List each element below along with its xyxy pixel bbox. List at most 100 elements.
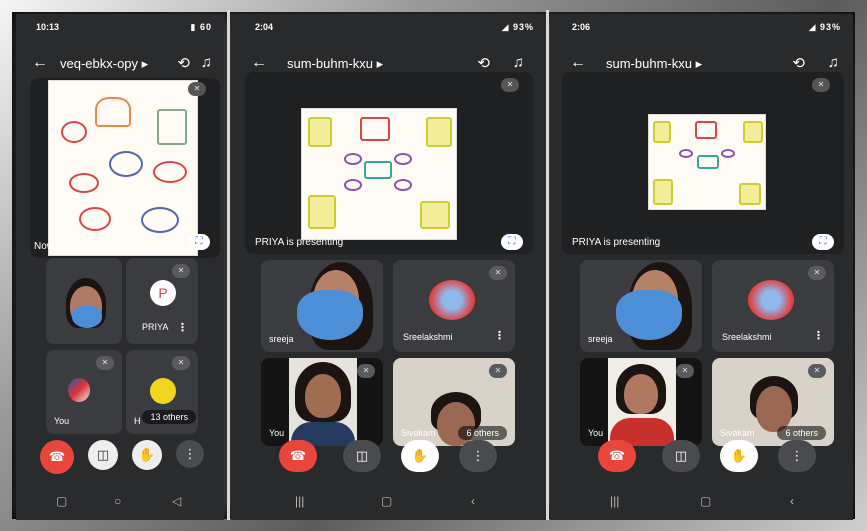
end-call-icon[interactable]: ☎ xyxy=(598,440,636,472)
mind-map-node xyxy=(344,153,362,165)
status-indicators: ▮ 60 xyxy=(190,22,212,32)
switch-camera-icon[interactable]: ⟲ xyxy=(177,54,190,72)
participant-name: H xyxy=(134,416,141,426)
audio-icon[interactable]: ♫ xyxy=(201,54,212,71)
participant-tile[interactable]: sreeja xyxy=(580,260,702,352)
end-call-icon[interactable]: ☎ xyxy=(279,440,317,472)
android-nav-bar: ||| ▢ ‹ xyxy=(231,494,546,514)
mind-map-node xyxy=(157,109,187,145)
android-nav-bar: ▢ ○ ◁ xyxy=(16,494,224,514)
mind-map-node xyxy=(394,153,412,165)
shared-mind-map-slide xyxy=(301,108,457,240)
mic-off-icon: ✕ xyxy=(489,266,507,280)
mic-off-icon: ✕ xyxy=(172,356,190,370)
mind-map-node xyxy=(69,173,99,193)
status-bar: 2:04 ◢ 93% xyxy=(231,22,546,36)
participant-tile[interactable]: P ✕ PRIYA ⋮ xyxy=(126,258,198,344)
shared-mind-map-slide xyxy=(648,114,766,210)
fullscreen-icon[interactable]: ⛶ xyxy=(812,234,834,250)
others-count-pill[interactable]: 6 others xyxy=(777,426,826,440)
back-arrow-icon[interactable]: ← xyxy=(251,54,267,72)
participant-avatar xyxy=(429,280,475,320)
video-icon[interactable]: ◫ xyxy=(343,440,381,472)
back-arrow-icon[interactable]: ← xyxy=(570,54,586,72)
end-call-icon[interactable]: ☎ xyxy=(40,440,74,474)
meeting-code[interactable]: veq-ebkx-opy ▸ xyxy=(60,56,148,72)
back-nav-icon[interactable]: ‹ xyxy=(790,494,794,508)
participant-tile[interactable]: ✕ You xyxy=(580,358,702,446)
more-vert-icon[interactable]: ⋮ xyxy=(177,321,188,334)
audio-icon[interactable]: ♫ xyxy=(828,54,839,71)
more-vert-icon[interactable]: ⋮ xyxy=(176,440,204,468)
status-time: 2:06 xyxy=(572,22,591,32)
more-vert-icon[interactable]: ⋮ xyxy=(813,329,824,342)
face-mask xyxy=(616,290,682,340)
participant-tile[interactable] xyxy=(46,258,122,344)
video-icon[interactable]: ◫ xyxy=(662,440,700,472)
meeting-code[interactable]: sum-buhm-kxu ▸ xyxy=(606,56,702,72)
presentation-panel[interactable]: ✕ PRIYA is presenting ⛶ xyxy=(562,72,844,254)
back-arrow-icon[interactable]: ← xyxy=(32,54,48,72)
video-icon[interactable]: ◫ xyxy=(88,440,118,470)
participant-face xyxy=(624,374,658,414)
call-controls: ☎ ◫ ✋ ⋮ xyxy=(550,440,853,480)
recent-apps-icon[interactable]: ▢ xyxy=(56,494,67,508)
status-indicators: ◢ 93% xyxy=(501,22,534,32)
others-count-pill[interactable]: 13 others xyxy=(142,410,196,424)
mind-map-node xyxy=(141,207,179,233)
mind-map-node xyxy=(679,149,693,158)
switch-camera-icon[interactable]: ⟲ xyxy=(792,54,805,72)
participant-tile[interactable]: ✕ H 13 others xyxy=(126,350,198,434)
switch-camera-icon[interactable]: ⟲ xyxy=(477,54,490,72)
presentation-panel[interactable]: Now presenting ✕ ⛶ xyxy=(30,78,220,258)
participant-tile[interactable]: ✕ You xyxy=(46,350,122,434)
participant-tile[interactable]: ✕ You xyxy=(261,358,383,446)
more-vert-icon[interactable]: ⋮ xyxy=(494,329,505,342)
back-nav-icon[interactable]: ‹ xyxy=(471,494,475,508)
recent-apps-icon[interactable]: ||| xyxy=(295,494,304,508)
android-nav-bar: ||| ▢ ‹ xyxy=(550,494,853,514)
participant-avatar: P xyxy=(150,280,176,306)
mind-map-node xyxy=(61,121,87,143)
participant-tile[interactable]: ✕ Sreelakshmi ⋮ xyxy=(712,260,834,352)
mic-off-icon: ✕ xyxy=(357,364,375,378)
recent-apps-icon[interactable]: ||| xyxy=(610,494,619,508)
home-icon[interactable]: ▢ xyxy=(700,494,711,508)
status-bar: 10:13 ▮ 60 xyxy=(16,22,224,36)
fullscreen-icon[interactable]: ⛶ xyxy=(501,234,523,250)
raise-hand-icon[interactable]: ✋ xyxy=(132,440,162,470)
back-nav-icon[interactable]: ◁ xyxy=(172,494,181,508)
home-icon[interactable]: ▢ xyxy=(381,494,392,508)
participant-tile[interactable]: ✕ Sivakam 6 others xyxy=(712,358,834,446)
more-vert-icon[interactable]: ⋮ xyxy=(459,440,497,472)
mic-off-icon: ✕ xyxy=(812,78,830,92)
participant-tile[interactable]: ✕ Sivakam 6 others xyxy=(393,358,515,446)
mic-off-icon: ✕ xyxy=(501,78,519,92)
participant-name: Sivakam xyxy=(401,428,436,438)
audio-icon[interactable]: ♫ xyxy=(513,54,524,71)
others-count-pill[interactable]: 6 others xyxy=(458,426,507,440)
status-bar: 2:06 ◢ 93% xyxy=(550,22,853,36)
raise-hand-icon[interactable]: ✋ xyxy=(401,440,439,472)
fullscreen-icon[interactable]: ⛶ xyxy=(188,234,210,250)
mind-map-node xyxy=(109,151,143,177)
participant-tile[interactable]: ✕ Sreelakshmi ⋮ xyxy=(393,260,515,352)
presentation-panel[interactable]: ✕ PRIYA is presenting ⛶ xyxy=(245,72,533,254)
participant-tile[interactable]: sreeja xyxy=(261,260,383,352)
presenting-label: PRIYA is presenting xyxy=(255,237,344,248)
mind-map-node xyxy=(739,183,761,205)
mind-map-node xyxy=(360,117,390,141)
presenting-label: Now presenting xyxy=(34,241,104,252)
mind-map-node xyxy=(79,207,111,231)
mind-map-node xyxy=(95,97,131,127)
more-vert-icon[interactable]: ⋮ xyxy=(778,440,816,472)
raise-hand-icon[interactable]: ✋ xyxy=(720,440,758,472)
meeting-code[interactable]: sum-buhm-kxu ▸ xyxy=(287,56,383,72)
mic-off-icon: ✕ xyxy=(489,364,507,378)
call-controls: ☎ ◫ ✋ ⋮ xyxy=(231,440,546,480)
phone-screen-3: 2:06 ◢ 93% ← sum-buhm-kxu ▸ ⟲ ♫ ✕ PRIYA … xyxy=(550,14,853,520)
mind-map-node xyxy=(743,121,763,143)
mind-map-node xyxy=(394,179,412,191)
shared-mind-map-slide xyxy=(48,80,198,256)
home-icon[interactable]: ○ xyxy=(114,494,121,508)
